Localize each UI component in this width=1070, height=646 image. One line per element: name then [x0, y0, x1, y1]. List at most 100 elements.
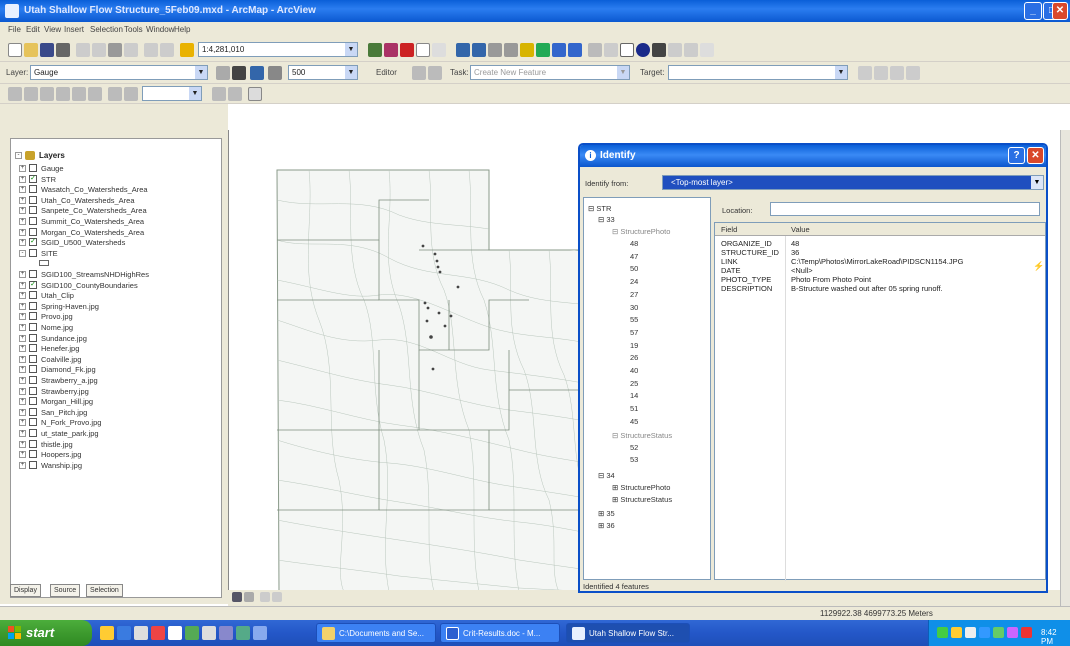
paste-icon[interactable] [108, 43, 122, 57]
toc-layer-label[interactable]: SGID_U500_Watersheds [41, 238, 125, 247]
layer-visibility-checkbox[interactable] [29, 333, 37, 342]
open-folder-icon[interactable] [24, 43, 38, 57]
zoom-page-out-icon[interactable] [40, 87, 54, 101]
command-line-icon[interactable] [416, 43, 430, 57]
tree-leaf[interactable]: 55 [630, 315, 638, 324]
identify-results-tree[interactable]: ⊟ STR ⊟ 33 ⊟ StructurePhoto 48 47 50 24 27 30… [583, 197, 711, 580]
layout-view-icon[interactable] [248, 87, 262, 101]
target-combo[interactable]: ▼ [668, 65, 848, 80]
toc-layer-label[interactable]: Summit_Co_Watersheds_Area [41, 217, 144, 226]
identify-icon[interactable] [636, 43, 650, 57]
expand-icon[interactable]: + [19, 324, 26, 331]
tray-icon[interactable] [951, 627, 962, 638]
expand-icon[interactable]: + [19, 366, 26, 374]
copy-icon[interactable] [92, 43, 106, 57]
attribute-value[interactable]: <Null> [791, 266, 813, 275]
layer-visibility-checkbox[interactable] [29, 206, 37, 215]
tray-icon[interactable] [1007, 627, 1018, 638]
split-tool-icon[interactable] [858, 66, 872, 80]
toc-layer-label[interactable]: Wanship.jpg [41, 461, 82, 470]
toggle-draft-icon[interactable] [108, 87, 122, 101]
chevron-down-icon[interactable]: ▼ [345, 43, 357, 56]
zoom-in-icon[interactable] [456, 43, 470, 57]
expand-icon[interactable]: + [19, 239, 26, 247]
tree-leaf[interactable]: 45 [630, 417, 638, 426]
tree-leaf[interactable]: 53 [630, 455, 638, 464]
toc-layer-label[interactable]: Diamond_Fk.jpg [41, 365, 96, 374]
tree-leaf[interactable]: 50 [630, 264, 638, 273]
effects-icon[interactable] [268, 66, 282, 80]
swipe-layer-icon[interactable] [232, 66, 246, 80]
tab-source[interactable]: Source [50, 584, 81, 597]
quicklaunch-icon[interactable] [168, 626, 182, 640]
expand-icon[interactable]: + [19, 461, 26, 469]
menu-view[interactable]: View [44, 25, 61, 34]
toc-layer-label[interactable]: Henefer.jpg [41, 344, 79, 353]
structure-point[interactable] [449, 314, 453, 318]
tray-icon[interactable] [937, 627, 948, 638]
attribute-field[interactable]: DATE [721, 266, 740, 275]
collapse-icon[interactable]: - [19, 249, 26, 257]
quicklaunch-icon[interactable] [151, 626, 165, 640]
menu-window[interactable]: Window [146, 25, 174, 34]
toc-layer-label[interactable]: SITE [41, 249, 58, 258]
attribute-field[interactable]: DESCRIPTION [721, 284, 772, 293]
expand-icon[interactable]: + [19, 196, 26, 204]
tray-icon[interactable] [979, 627, 990, 638]
redo-icon[interactable] [160, 43, 174, 57]
tree-node-35[interactable]: ⊞ 35 [598, 509, 615, 518]
tree-leaf[interactable]: 26 [630, 353, 638, 362]
structure-point[interactable] [433, 252, 437, 256]
quicklaunch-icon[interactable] [134, 626, 148, 640]
layer-visibility-checkbox[interactable] [29, 365, 37, 374]
refresh-icon[interactable] [260, 592, 270, 602]
expand-icon[interactable]: + [19, 440, 26, 448]
tab-selection[interactable]: Selection [86, 584, 123, 597]
forward-extent-icon[interactable] [568, 43, 582, 57]
chevron-down-icon[interactable]: ▼ [189, 87, 201, 100]
expand-icon[interactable]: + [19, 451, 26, 459]
toc-layer-label[interactable]: Spring-Haven.jpg [41, 302, 99, 311]
layer-visibility-checkbox[interactable] [29, 248, 37, 257]
tree-node-str[interactable]: ⊟ STR [588, 204, 611, 213]
map-scale-combo[interactable]: 1:4,281,010 ▼ [198, 42, 358, 57]
minimize-button[interactable]: _ [1024, 2, 1042, 20]
quicklaunch-icon[interactable] [219, 626, 233, 640]
toc-layer-label[interactable]: Utah_Co_Watersheds_Area [41, 196, 135, 205]
sketch-tool-icon[interactable] [428, 66, 442, 80]
save-icon[interactable] [40, 43, 54, 57]
layer-visibility-checkbox[interactable]: ✓ [29, 238, 37, 247]
expand-icon[interactable]: + [19, 302, 26, 310]
toc-layer-label[interactable]: Provo.jpg [41, 312, 73, 321]
clear-selection-icon[interactable] [604, 43, 618, 57]
attribute-field[interactable]: LINK [721, 257, 738, 266]
hyperlink-icon[interactable] [684, 43, 698, 57]
toc-layer-label[interactable]: Wasatch_Co_Watersheds_Area [41, 185, 148, 194]
structure-point[interactable] [426, 306, 430, 310]
layer-visibility-checkbox[interactable] [29, 185, 37, 194]
add-data-icon[interactable] [180, 43, 194, 57]
quicklaunch-icon[interactable] [253, 626, 267, 640]
attribute-field[interactable]: ORGANIZE_ID [721, 239, 772, 248]
layer-visibility-checkbox[interactable]: ✓ [29, 174, 37, 183]
fixed-zoom-out-icon[interactable] [504, 43, 518, 57]
identify-from-combo[interactable]: <Top-most layer> ▼ [662, 175, 1044, 190]
tree-node-34[interactable]: ⊟ 34 [598, 471, 615, 480]
quicklaunch-icon[interactable] [117, 626, 131, 640]
menu-selection[interactable]: Selection [90, 25, 123, 34]
structure-point[interactable] [431, 367, 435, 371]
structure-point[interactable] [425, 319, 429, 323]
tray-icon[interactable] [993, 627, 1004, 638]
task-word[interactable]: Crit-Results.doc - M... [440, 623, 560, 643]
column-header-value[interactable]: Value [791, 225, 810, 234]
identify-title-bar[interactable]: i Identify ? ✕ [580, 145, 1046, 167]
toc-layer-label[interactable]: Hoopers.jpg [41, 450, 81, 459]
edit-tool-icon[interactable] [412, 66, 426, 80]
layer-visibility-checkbox[interactable] [29, 397, 37, 406]
menu-insert[interactable]: Insert [64, 25, 84, 34]
pan-page-icon[interactable] [56, 87, 70, 101]
expand-icon[interactable]: + [19, 334, 26, 342]
expand-icon[interactable]: + [19, 218, 26, 225]
expand-icon[interactable]: + [19, 377, 26, 384]
menu-file[interactable]: File [8, 25, 21, 34]
